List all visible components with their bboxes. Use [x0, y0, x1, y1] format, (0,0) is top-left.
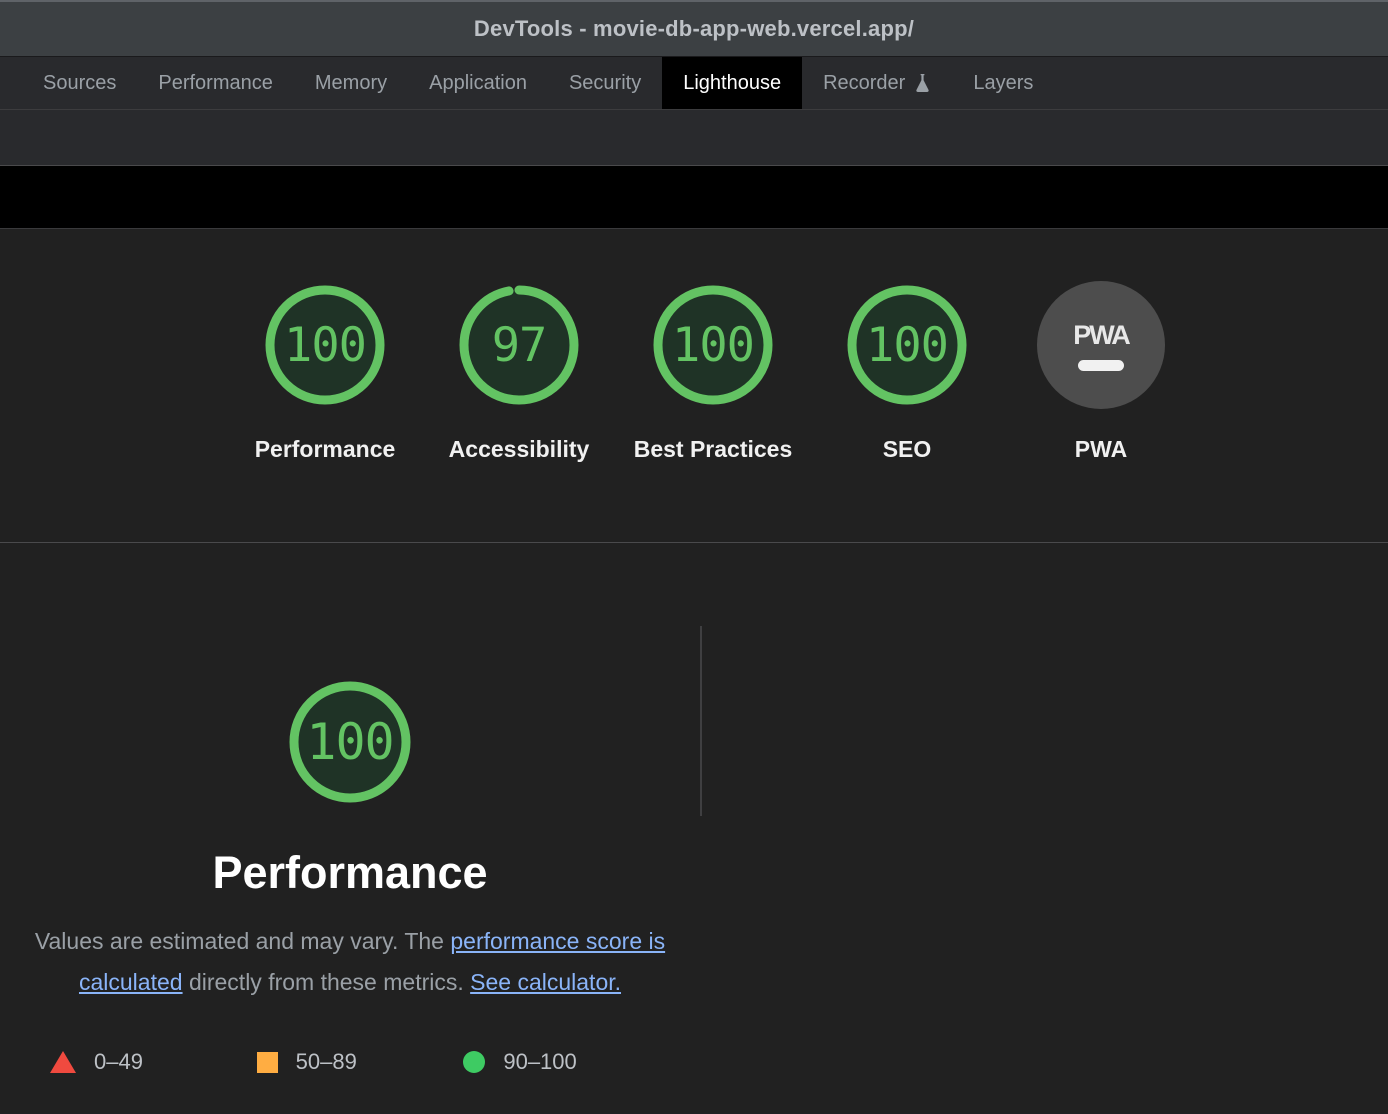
- tab-label: Recorder: [823, 71, 906, 94]
- tab-label: Lighthouse: [683, 71, 782, 94]
- legend-item: 0–49: [50, 1049, 257, 1075]
- tab-label: Layers: [973, 71, 1034, 94]
- tab-label: Performance: [158, 71, 273, 94]
- score-label: Performance: [254, 436, 396, 462]
- tab-memory[interactable]: Memory: [294, 57, 408, 109]
- score-gauge: 97: [455, 281, 583, 409]
- score-gauge: 100: [843, 281, 971, 409]
- score-label: PWA: [1074, 436, 1128, 462]
- desc-text-1: Values are estimated and may vary. The: [34, 928, 451, 954]
- score-value: 100: [672, 317, 755, 373]
- score-value: 97: [491, 317, 548, 373]
- legend-range-label: 0–49: [94, 1049, 143, 1074]
- lighthouse-scores-panel: 100 Performance 97 Accessibility 100 Best Pra…: [0, 229, 1388, 543]
- performance-score-value: 100: [306, 713, 394, 771]
- devtools-tab-strip: Sources Performance Memory Application Secur…: [0, 56, 1388, 109]
- window-title-bar: DevTools - movie-db-app-web.vercel.app/: [0, 0, 1388, 56]
- triangle-swatch-icon: [50, 1051, 76, 1073]
- tab-label: Sources: [43, 71, 117, 94]
- score-label: Accessibility: [448, 436, 590, 462]
- section-vertical-divider: [700, 626, 702, 816]
- tab-recorder[interactable]: Recorder: [802, 57, 952, 109]
- circle-swatch-icon: [463, 1051, 486, 1073]
- score-value: 100: [284, 317, 367, 373]
- tab-sources[interactable]: Sources: [22, 57, 137, 109]
- score-card-performance[interactable]: 100 Performance: [228, 281, 422, 469]
- pwa-dash-icon: [1078, 359, 1124, 371]
- tab-security[interactable]: Security: [548, 57, 662, 109]
- pwa-badge-text: PWA: [1073, 319, 1130, 350]
- score-gauge: 100: [649, 281, 777, 409]
- tab-lighthouse[interactable]: Lighthouse: [662, 57, 803, 109]
- score-label: SEO: [882, 436, 932, 462]
- square-swatch-icon: [256, 1051, 278, 1073]
- tab-application[interactable]: Application: [408, 57, 548, 109]
- lighthouse-toolbar: [0, 109, 1388, 166]
- score-card-best-practices[interactable]: 100 Best Practices: [616, 281, 810, 469]
- score-label: Best Practices: [633, 436, 793, 462]
- pwa-badge: PWA: [1037, 281, 1165, 409]
- score-legend: 0–49 50–89 90–100: [30, 1049, 670, 1075]
- score-gauges-row: 100 Performance 97 Accessibility 100 Best Pra…: [0, 281, 1388, 469]
- window-title: DevTools - movie-db-app-web.vercel.app/: [473, 16, 915, 41]
- performance-heading: Performance: [212, 847, 488, 898]
- legend-range-label: 90–100: [503, 1049, 577, 1074]
- performance-summary: 100 Performance Values are estimated and…: [0, 543, 700, 1075]
- see-calculator-link[interactable]: See calculator.: [470, 969, 621, 995]
- performance-gauge-large: 100: [281, 673, 419, 811]
- legend-range-label: 50–89: [295, 1049, 357, 1074]
- report-top-band: [0, 166, 1388, 229]
- tab-label: Memory: [314, 71, 388, 94]
- score-card-accessibility[interactable]: 97 Accessibility: [422, 281, 616, 469]
- legend-item: 50–89: [256, 1049, 464, 1075]
- performance-description: Values are estimated and may vary. The p…: [30, 921, 670, 1003]
- flask-icon: [914, 73, 931, 93]
- score-gauge: 100: [261, 281, 389, 409]
- score-value: 100: [866, 317, 949, 373]
- tab-layers[interactable]: Layers: [952, 57, 1054, 109]
- tab-label: Application: [429, 71, 527, 94]
- tab-performance[interactable]: Performance: [137, 57, 294, 109]
- desc-text-2: directly from these metrics.: [182, 969, 471, 995]
- performance-detail-section: 100 Performance Values are estimated and…: [0, 543, 1388, 1113]
- tab-label: Security: [568, 71, 642, 94]
- legend-item: 90–100: [463, 1049, 670, 1075]
- score-card-seo[interactable]: 100 SEO: [810, 281, 1004, 469]
- score-card-pwa[interactable]: PWA PWA: [1004, 281, 1198, 469]
